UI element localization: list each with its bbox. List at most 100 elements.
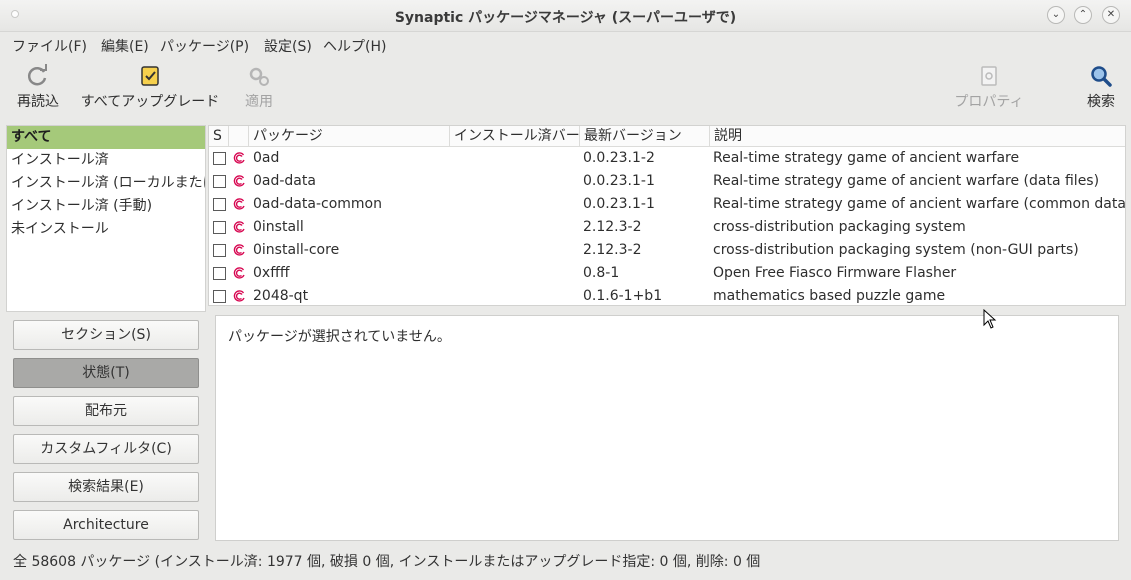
minimize-button[interactable]: ⌄ xyxy=(1047,6,1065,24)
package-checkbox[interactable] xyxy=(213,198,226,211)
installed-version xyxy=(454,239,580,262)
col-header-status[interactable]: S xyxy=(209,126,229,147)
latest-version: 0.0.23.1-1 xyxy=(583,196,655,212)
package-name: 2048-qt xyxy=(253,288,309,304)
menu-file[interactable]: ファイル(F) xyxy=(12,36,87,56)
package-checkbox[interactable] xyxy=(213,221,226,234)
architecture-button[interactable]: Architecture xyxy=(13,510,199,540)
package-description: cross-distribution packaging system xyxy=(713,219,966,235)
origin-button[interactable]: 配布元 xyxy=(13,396,199,426)
package-name: 0install xyxy=(253,219,304,235)
menu-bar: ファイル(F) 編集(E) パッケージ(P) 設定(S) ヘルプ(H) xyxy=(0,33,1131,57)
latest-version: 0.1.6-1+b1 xyxy=(583,288,663,304)
installed-version xyxy=(454,285,580,305)
debian-swirl-icon xyxy=(233,175,245,187)
table-row[interactable]: 0install-core 2.12.3-2 cross-distribution … xyxy=(209,239,1125,262)
installed-version xyxy=(454,262,580,285)
sections-button[interactable]: セクション(S) xyxy=(13,320,199,350)
table-row[interactable]: 0ad-data 0.0.23.1-1 Real-time strategy gam… xyxy=(209,170,1125,193)
table-row[interactable]: 0install 2.12.3-2 cross-distribution packa… xyxy=(209,216,1125,239)
package-description: Real-time strategy game of ancient warfa… xyxy=(713,150,1020,166)
package-table: S パッケージ インストール済バージョン 最新バージョン 説明 0ad 0.0.2… xyxy=(208,125,1126,306)
search-button[interactable]: 検索 xyxy=(1085,64,1117,111)
reload-button[interactable]: 再読込 xyxy=(15,64,61,111)
package-name: 0ad-data-common xyxy=(253,196,382,212)
debian-swirl-icon xyxy=(233,244,245,256)
filter-item-not-installed[interactable]: 未インストール xyxy=(7,218,205,241)
debian-swirl-icon xyxy=(233,198,245,210)
package-description: cross-distribution packaging system (non… xyxy=(713,242,1079,258)
toolbar: 再読込 すべてアップグレード 適用 プロパティ 検索 xyxy=(0,58,1131,120)
latest-version: 2.12.3-2 xyxy=(583,242,642,258)
close-button[interactable]: ✕ xyxy=(1102,6,1120,24)
debian-swirl-icon xyxy=(233,267,245,279)
installed-version xyxy=(454,193,580,216)
package-description: Open Free Fiasco Firmware Flasher xyxy=(713,265,957,281)
package-name: 0ad xyxy=(253,150,280,166)
col-header-icon[interactable] xyxy=(229,126,249,147)
filter-item-installed[interactable]: インストール済 xyxy=(7,149,205,172)
table-row[interactable]: 0xffff 0.8-1 Open Free Fiasco Firmware Fla… xyxy=(209,262,1125,285)
status-bar: 全 58608 パッケージ (インストール済: 1977 個, 破損 0 個, … xyxy=(13,554,761,570)
package-checkbox[interactable] xyxy=(213,267,226,280)
col-header-package[interactable]: パッケージ xyxy=(249,126,450,147)
search-results-button[interactable]: 検索結果(E) xyxy=(13,472,199,502)
debian-swirl-icon xyxy=(233,221,245,233)
reload-icon xyxy=(27,64,47,86)
reload-label: 再読込 xyxy=(17,94,59,110)
package-description: mathematics based puzzle game xyxy=(713,288,946,304)
col-header-description[interactable]: 説明 xyxy=(710,126,1125,147)
package-name: 0xffff xyxy=(253,265,290,281)
col-header-latest-version[interactable]: 最新バージョン xyxy=(580,126,710,147)
package-description: Real-time strategy game of ancient warfa… xyxy=(713,196,1126,212)
status-button[interactable]: 状態(T) xyxy=(13,358,199,388)
properties-button[interactable]: プロパティ xyxy=(951,64,1027,111)
upgrade-all-icon xyxy=(141,66,159,86)
apply-button[interactable]: 適用 xyxy=(243,64,275,111)
table-row[interactable]: 2048-qt 0.1.6-1+b1 mathematics based puzzl… xyxy=(209,285,1125,305)
package-checkbox[interactable] xyxy=(213,290,226,303)
package-name: 0ad-data xyxy=(253,173,316,189)
debian-swirl-icon xyxy=(233,290,245,302)
description-text: パッケージが選択されていません。 xyxy=(228,329,451,345)
package-checkbox[interactable] xyxy=(213,175,226,188)
package-description-panel: パッケージが選択されていません。 xyxy=(215,315,1119,541)
search-label: 検索 xyxy=(1087,94,1115,110)
installed-version xyxy=(454,216,580,239)
apply-label: 適用 xyxy=(245,94,273,110)
table-header: S パッケージ インストール済バージョン 最新バージョン 説明 xyxy=(209,126,1125,147)
properties-icon xyxy=(981,66,997,86)
menu-help[interactable]: ヘルプ(H) xyxy=(323,36,386,56)
window-title: Synaptic パッケージマネージャ (スーパーユーザで) xyxy=(394,10,737,26)
latest-version: 0.0.23.1-2 xyxy=(583,150,655,166)
custom-filters-button[interactable]: カスタムフィルタ(C) xyxy=(13,434,199,464)
apply-gears-icon xyxy=(249,67,269,86)
filter-item-all[interactable]: すべて xyxy=(7,126,205,149)
properties-label: プロパティ xyxy=(954,94,1024,110)
installed-version xyxy=(454,147,580,170)
menu-package[interactable]: パッケージ(P) xyxy=(160,36,249,56)
menu-settings[interactable]: 設定(S) xyxy=(264,36,312,56)
title-bar: Synaptic パッケージマネージャ (スーパーユーザで) ⌄ ⌃ ✕ xyxy=(0,0,1131,32)
package-name: 0install-core xyxy=(253,242,340,258)
filter-item-installed-manual[interactable]: インストール済 (手動) xyxy=(7,195,205,218)
mouse-cursor-icon xyxy=(983,309,997,329)
package-checkbox[interactable] xyxy=(213,244,226,257)
latest-version: 0.8-1 xyxy=(583,265,620,281)
menu-edit[interactable]: 編集(E) xyxy=(101,36,149,56)
package-checkbox[interactable] xyxy=(213,152,226,165)
maximize-button[interactable]: ⌃ xyxy=(1074,6,1092,24)
filter-item-installed-local[interactable]: インストール済 (ローカルまたは古い) xyxy=(7,172,205,195)
latest-version: 0.0.23.1-1 xyxy=(583,173,655,189)
search-icon xyxy=(1091,66,1112,87)
filter-list: すべて インストール済 インストール済 (ローカルまたは古い) インストール済 … xyxy=(6,125,206,312)
latest-version: 2.12.3-2 xyxy=(583,219,642,235)
package-description: Real-time strategy game of ancient warfa… xyxy=(713,173,1100,189)
table-row[interactable]: 0ad 0.0.23.1-2 Real-time strategy game of … xyxy=(209,147,1125,170)
upgrade-all-label: すべてアップグレード xyxy=(80,94,220,110)
installed-version xyxy=(454,170,580,193)
col-header-installed-version[interactable]: インストール済バージョン xyxy=(450,126,580,147)
upgrade-all-button[interactable]: すべてアップグレード xyxy=(75,64,225,111)
debian-swirl-icon xyxy=(233,152,245,164)
table-row[interactable]: 0ad-data-common 0.0.23.1-1 Real-time strat… xyxy=(209,193,1125,216)
